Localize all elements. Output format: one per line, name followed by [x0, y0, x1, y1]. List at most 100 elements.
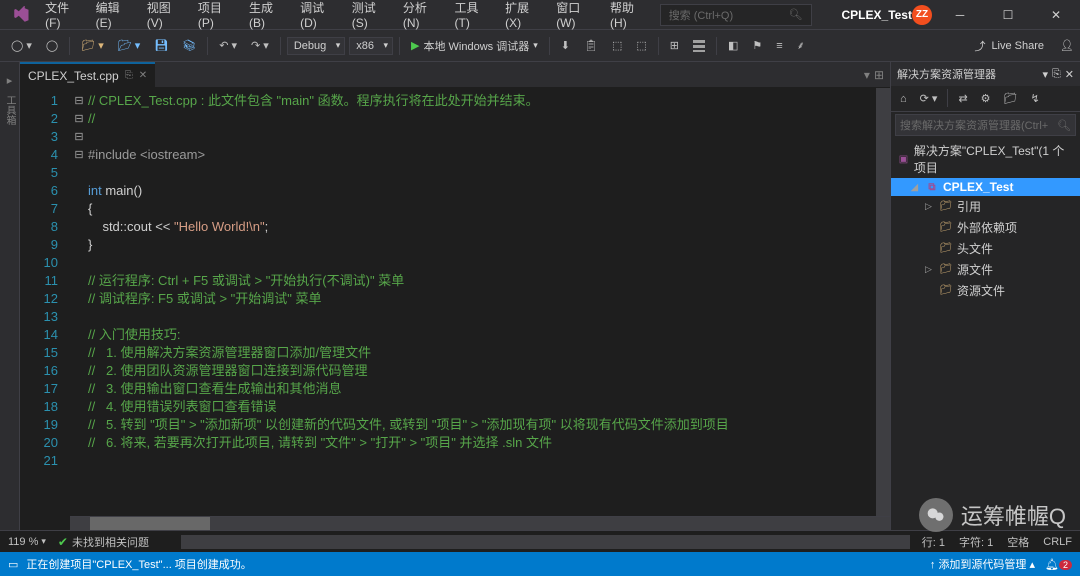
item-label: 外部依赖项 [957, 219, 1017, 236]
menu-item[interactable]: 文件(F) [37, 0, 86, 34]
fold-gutter[interactable]: ⊟⊟⊟⊟ [70, 88, 88, 530]
solution-item[interactable]: ▷📁︎引用 [891, 196, 1080, 217]
tab-dropdown-icon[interactable]: ▾ [864, 68, 870, 82]
project-title: CPLEX_Test [842, 8, 912, 22]
nav-forward-button[interactable]: ◯ [41, 36, 63, 55]
folder-icon: 📁︎ [939, 284, 953, 298]
editor-tabs: CPLEX_Test.cpp ⎘ ✕ ▾ ⊞ [20, 62, 890, 88]
solution-item[interactable]: 📁︎外部依赖项 [891, 217, 1080, 238]
sol-sync-icon[interactable]: ⇄ [953, 89, 972, 108]
solution-item[interactable]: 📁︎头文件 [891, 238, 1080, 259]
undo-button[interactable]: ↶ ▾ [214, 36, 242, 55]
main-menu: 文件(F)编辑(E)视图(V)项目(P)生成(B)调试(D)测试(S)分析(N)… [37, 0, 652, 34]
menu-item[interactable]: 窗口(W) [548, 0, 600, 34]
search-icon: 🔍︎ [789, 8, 803, 21]
solution-icon: ▣ [897, 152, 910, 166]
live-share-button[interactable]: Live Share [991, 40, 1044, 52]
search-box[interactable]: 搜索 (Ctrl+Q) 🔍︎ [660, 4, 812, 26]
code-editor[interactable]: 123456789101112131415161718192021 ⊟⊟⊟⊟ /… [20, 88, 890, 530]
solution-tree: ▣ 解决方案"CPLEX_Test"(1 个项目 ◢ ⧉ CPLEX_Test … [891, 138, 1080, 303]
solution-item[interactable]: 📁︎ 资源文件 [891, 280, 1080, 301]
start-debug-button[interactable]: ▶ 本地 Windows 调试器 ▾ [406, 35, 543, 57]
expand-icon[interactable]: ◢ [911, 182, 921, 193]
left-toolbox-gutter[interactable]: ▸ 工具箱 [0, 62, 20, 530]
tb-icon-8[interactable]: ⚑︎ [747, 36, 767, 55]
output-icon[interactable]: ▭ [8, 558, 18, 571]
item-label: 引用 [957, 198, 981, 215]
menu-item[interactable]: 扩展(X) [497, 0, 546, 34]
zoom-indicator[interactable]: 119 % ▾ [8, 536, 46, 548]
solution-search[interactable]: 搜索解决方案资源管理器(Ctrl+ 🔍︎ [895, 114, 1076, 136]
menu-item[interactable]: 项目(P) [190, 0, 239, 34]
expand-icon[interactable]: ▷ [925, 201, 935, 212]
line-number-gutter: 123456789101112131415161718192021 [20, 88, 70, 530]
open-button[interactable]: 📂︎ ▾ [113, 36, 146, 55]
close-icon[interactable]: ✕ [139, 70, 147, 81]
issues-indicator[interactable]: ✔ 未找到相关问题 [58, 534, 149, 550]
tb-icon-3[interactable]: ⬚ [607, 36, 627, 55]
notifications-button[interactable]: 🔔︎2 [1045, 558, 1072, 571]
project-icon: ⧉ [925, 180, 939, 194]
save-button[interactable]: 💾︎ [149, 36, 173, 55]
add-source-control[interactable]: ↑ 添加到源代码管理 ▴ [930, 556, 1035, 572]
editor-vertical-scrollbar[interactable] [876, 88, 890, 516]
col-indicator[interactable]: 字符: 1 [959, 534, 993, 550]
minimize-button[interactable]: ─ [940, 0, 980, 30]
pin-icon[interactable]: ⎘ [125, 70, 133, 81]
close-button[interactable]: ✕ [1036, 0, 1076, 30]
nav-back-button[interactable]: ◯ ▾ [6, 36, 37, 55]
status-horizontal-scrollbar[interactable] [181, 535, 910, 549]
solution-explorer-header[interactable]: 解决方案资源管理器 ▾ ⎘ ✕ [891, 62, 1080, 86]
maximize-button[interactable]: ☐ [988, 0, 1028, 30]
sol-filter-icon[interactable]: 📁︎ [999, 89, 1023, 108]
tb-icon-6[interactable] [688, 37, 710, 55]
sol-refresh-icon[interactable]: ⟳ ▾ [915, 89, 943, 108]
menu-item[interactable]: 调试(D) [292, 0, 342, 34]
configuration-dropdown[interactable]: Debug [287, 37, 345, 55]
sol-settings-icon[interactable]: ⚙︎ [976, 89, 996, 108]
platform-dropdown[interactable]: x86 [349, 37, 393, 55]
panel-pin-icon[interactable]: ⎘ [1052, 68, 1061, 81]
solution-root[interactable]: ▣ 解决方案"CPLEX_Test"(1 个项目 [891, 140, 1080, 178]
panel-close-icon[interactable]: ✕ [1065, 68, 1074, 81]
tb-icon-1[interactable]: ⬇︎ [556, 36, 575, 55]
solution-toolbar: ⌂ ⟳ ▾ ⇄ ⚙︎ 📁︎ ↯ [891, 86, 1080, 112]
tb-icon-2[interactable]: 📋︎ [579, 36, 603, 55]
new-project-button[interactable]: 📁︎ ▾ [76, 36, 109, 55]
feedback-icon[interactable]: 👤︎ [1060, 39, 1074, 52]
solution-item[interactable]: ▷📁︎源文件 [891, 259, 1080, 280]
save-all-button[interactable]: 📚︎ [177, 36, 201, 55]
menu-item[interactable]: 编辑(E) [88, 0, 137, 34]
menu-item[interactable]: 帮助(H) [602, 0, 652, 34]
user-avatar[interactable]: ZZ [912, 5, 932, 25]
menu-item[interactable]: 生成(B) [241, 0, 290, 34]
file-tab[interactable]: CPLEX_Test.cpp ⎘ ✕ [20, 62, 155, 87]
menu-item[interactable]: 工具(T) [447, 0, 496, 34]
redo-button[interactable]: ↷ ▾ [246, 36, 274, 55]
tab-split-icon[interactable]: ⊞ [874, 68, 884, 82]
code-content[interactable]: // CPLEX_Test.cpp : 此文件包含 "main" 函数。程序执行… [88, 88, 890, 530]
panel-options-icon[interactable]: ▾ [1042, 68, 1048, 81]
item-label: 资源文件 [957, 282, 1005, 299]
tb-icon-5[interactable]: ⊞ [665, 36, 684, 55]
tb-icon-7[interactable]: ◧ [723, 36, 743, 55]
tb-icon-4[interactable]: ⬚ [631, 36, 651, 55]
sol-home-icon[interactable]: ⌂ [895, 89, 912, 108]
eol-indicator[interactable]: CRLF [1043, 536, 1072, 548]
editor-horizontal-scrollbar[interactable] [70, 516, 890, 530]
toolbox-label: 工具箱 [2, 95, 17, 125]
spaces-indicator[interactable]: 空格 [1007, 534, 1029, 550]
bottom-status-bar: ▭ 正在创建项目"CPLEX_Test"... 项目创建成功。 ↑ 添加到源代码… [0, 552, 1080, 576]
solution-search-placeholder: 搜索解决方案资源管理器(Ctrl+ [900, 117, 1048, 133]
line-indicator[interactable]: 行: 1 [922, 534, 945, 550]
tb-icon-9[interactable]: ≡ [771, 37, 787, 55]
tb-icon-10[interactable]: ⸙ [792, 35, 810, 56]
menu-item[interactable]: 分析(N) [395, 0, 445, 34]
menu-item[interactable]: 测试(S) [344, 0, 393, 34]
sol-more-icon[interactable]: ↯ [1026, 89, 1045, 108]
main-toolbar: ◯ ▾ ◯ 📁︎ ▾ 📂︎ ▾ 💾︎ 📚︎ ↶ ▾ ↷ ▾ Debug x86 … [0, 30, 1080, 62]
menu-item[interactable]: 视图(V) [139, 0, 188, 34]
search-placeholder: 搜索 (Ctrl+Q) [669, 7, 733, 23]
project-node[interactable]: ◢ ⧉ CPLEX_Test [891, 178, 1080, 196]
expand-icon[interactable]: ▷ [925, 264, 935, 275]
